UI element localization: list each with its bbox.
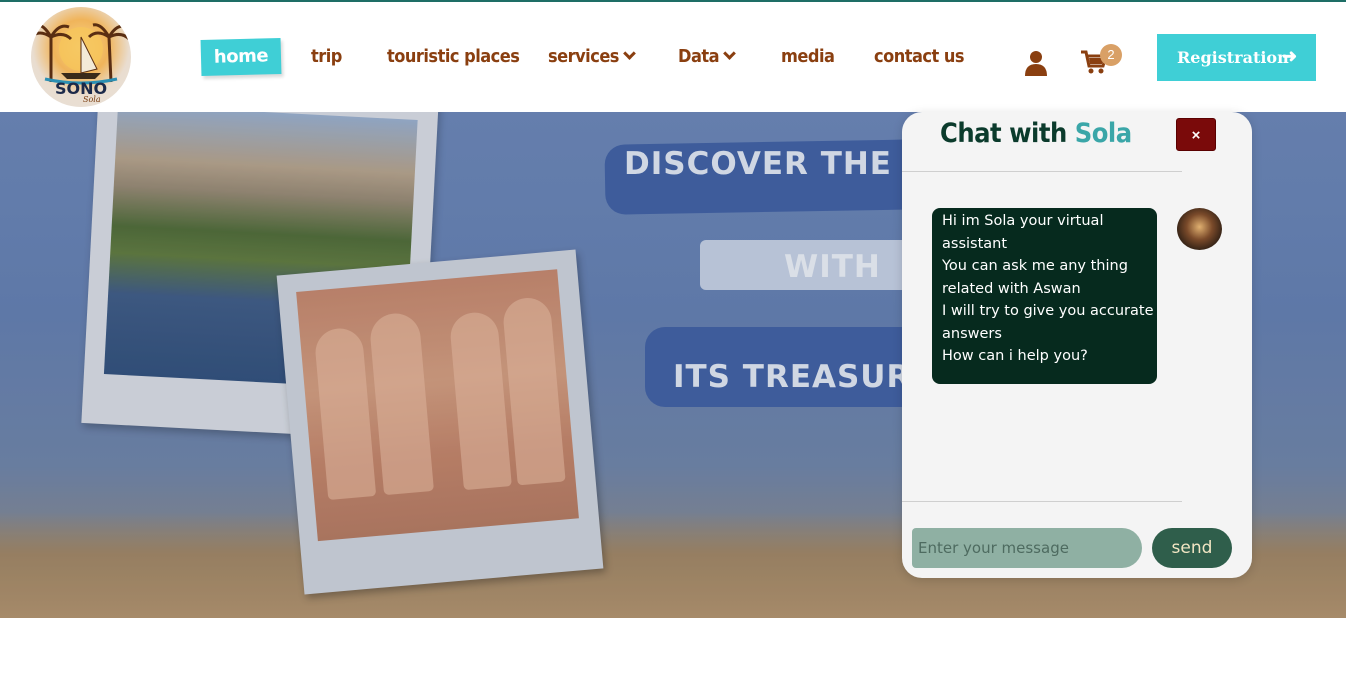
navbar: SONO Sola home trip touristic places ser… bbox=[0, 2, 1346, 112]
logo-text: SONO bbox=[54, 79, 108, 98]
message-line: How can i help you? bbox=[942, 348, 1088, 364]
message-line: assistant bbox=[942, 235, 1008, 252]
registration-label: Registration bbox=[1177, 48, 1289, 67]
nav-item-touristic-places[interactable]: touristic places bbox=[387, 46, 520, 67]
chat-send-button[interactable]: send bbox=[1152, 528, 1232, 568]
assistant-message-bubble: Hi im Sola your virtual assistant You ca… bbox=[932, 208, 1157, 384]
message-line: related with Aswan bbox=[942, 280, 1081, 297]
nav-item-contact-us[interactable]: contact us bbox=[874, 46, 965, 67]
nav-item-home[interactable]: home bbox=[200, 37, 282, 77]
chevron-down-icon bbox=[623, 47, 636, 60]
nav-item-contact-us-label: contact us bbox=[874, 46, 965, 67]
nav-item-services-label: services bbox=[548, 46, 619, 67]
chat-assistant-name: Sola bbox=[1074, 118, 1132, 149]
site-logo[interactable]: SONO Sola bbox=[31, 7, 131, 107]
user-icon[interactable] bbox=[1024, 50, 1048, 76]
nav-item-trip[interactable]: trip bbox=[311, 46, 342, 67]
arrow-right-icon: ➜ bbox=[1282, 46, 1298, 67]
nav-item-trip-label: trip bbox=[311, 46, 342, 67]
message-line: I will try to give you accurate bbox=[942, 303, 1154, 319]
chat-divider-top bbox=[902, 171, 1182, 172]
chat-title-prefix: Chat with bbox=[940, 118, 1067, 149]
chat-close-button[interactable]: × bbox=[1176, 118, 1216, 151]
chat-title: Chat with Sola bbox=[940, 118, 1132, 149]
nav-item-media-label: media bbox=[781, 46, 835, 67]
nav-item-media[interactable]: media bbox=[781, 46, 835, 67]
nav-item-services[interactable]: services bbox=[548, 46, 636, 67]
message-line: You can ask me any thing bbox=[942, 258, 1128, 274]
cart-count-badge: 2 bbox=[1100, 44, 1122, 66]
chat-message-input[interactable] bbox=[912, 528, 1142, 568]
nav-item-data-label: Data bbox=[678, 46, 720, 67]
assistant-avatar bbox=[1177, 208, 1222, 250]
nav-item-data[interactable]: Data bbox=[678, 46, 736, 67]
nav-item-touristic-places-label: touristic places bbox=[387, 46, 520, 67]
chat-divider-bottom bbox=[902, 501, 1182, 502]
logo-subtext: Sola bbox=[83, 95, 101, 104]
chevron-down-icon bbox=[723, 47, 736, 60]
registration-button[interactable]: Registration ➜ bbox=[1157, 34, 1316, 81]
chat-widget: Chat with Sola × Hi im Sola your virtual… bbox=[902, 112, 1252, 578]
message-line: Hi im Sola your virtual bbox=[942, 213, 1104, 229]
message-line: answers bbox=[942, 325, 1002, 342]
nav-item-home-label: home bbox=[213, 45, 269, 68]
